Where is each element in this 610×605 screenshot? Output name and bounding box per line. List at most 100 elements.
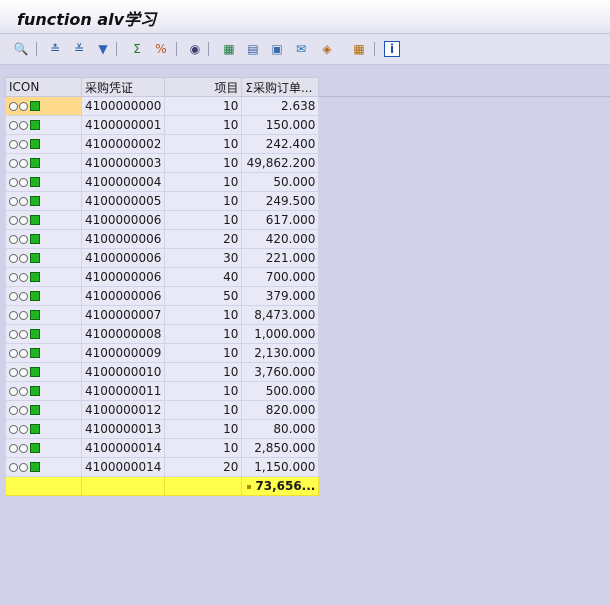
local-file-icon[interactable]: ▣	[268, 40, 286, 58]
change-layout-icon[interactable]: ▦	[350, 40, 368, 58]
table-row[interactable]: 4100000007 10 8,473.000	[5, 305, 320, 325]
column-header-icon[interactable]: ICON	[5, 77, 82, 97]
item-cell[interactable]: 10	[164, 210, 243, 230]
column-header-purchasing-doc[interactable]: 采购凭证	[80, 77, 166, 97]
purchasing-doc-cell[interactable]: 4100000014	[80, 438, 166, 458]
abc-analysis-icon[interactable]: ◈	[318, 40, 336, 58]
table-row[interactable]: 4100000006 40 700.000	[5, 267, 320, 287]
po-value-cell[interactable]: 2,130.000	[241, 343, 320, 363]
table-row[interactable]: 4100000006 30 221.000	[5, 248, 320, 268]
column-header-po-value[interactable]: Σ采购订单...	[241, 77, 320, 97]
purchasing-doc-cell[interactable]: 4100000012	[80, 400, 166, 420]
purchasing-doc-cell[interactable]: 4100000008	[80, 324, 166, 344]
po-value-cell[interactable]: 700.000	[241, 267, 320, 287]
table-row[interactable]: 4100000006 50 379.000	[5, 286, 320, 306]
purchasing-doc-cell[interactable]: 4100000006	[80, 286, 166, 306]
item-cell[interactable]: 10	[164, 96, 243, 116]
purchasing-doc-cell[interactable]: 4100000007	[80, 305, 166, 325]
po-value-cell[interactable]: 820.000	[241, 400, 320, 420]
po-value-cell[interactable]: 242.400	[241, 134, 320, 154]
table-row[interactable]: 4100000014 20 1,150.000	[5, 457, 320, 477]
table-row[interactable]: 4100000004 10 50.000	[5, 172, 320, 192]
purchasing-doc-cell[interactable]: 4100000014	[80, 457, 166, 477]
table-row[interactable]: 4100000008 10 1,000.000	[5, 324, 320, 344]
po-value-cell[interactable]: 80.000	[241, 419, 320, 439]
table-row[interactable]: 4100000002 10 242.400	[5, 134, 320, 154]
table-row[interactable]: 4100000005 10 249.500	[5, 191, 320, 211]
table-row[interactable]: 4100000013 10 80.000	[5, 419, 320, 439]
po-value-cell[interactable]: 617.000	[241, 210, 320, 230]
filter-icon[interactable]: ▼	[94, 40, 112, 58]
export-excel-icon[interactable]: ▦	[220, 40, 238, 58]
item-cell[interactable]: 10	[164, 400, 243, 420]
item-cell[interactable]: 10	[164, 153, 243, 173]
po-value-cell[interactable]: 2.638	[241, 96, 320, 116]
po-value-cell[interactable]: 1,000.000	[241, 324, 320, 344]
status-cell	[5, 286, 82, 306]
table-row[interactable]: 4100000000 10 2.638	[5, 96, 320, 116]
table-row[interactable]: 4100000001 10 150.000	[5, 115, 320, 135]
item-cell[interactable]: 10	[164, 419, 243, 439]
item-cell[interactable]: 10	[164, 191, 243, 211]
table-row[interactable]: 4100000012 10 820.000	[5, 400, 320, 420]
purchasing-doc-cell[interactable]: 4100000010	[80, 362, 166, 382]
word-processing-icon[interactable]: ▤	[244, 40, 262, 58]
purchasing-doc-cell[interactable]: 4100000006	[80, 248, 166, 268]
item-cell[interactable]: 10	[164, 172, 243, 192]
purchasing-doc-cell[interactable]: 4100000011	[80, 381, 166, 401]
purchasing-doc-cell[interactable]: 4100000006	[80, 210, 166, 230]
po-value-cell[interactable]: 150.000	[241, 115, 320, 135]
item-cell[interactable]: 10	[164, 381, 243, 401]
item-cell[interactable]: 10	[164, 324, 243, 344]
po-value-cell[interactable]: 2,850.000	[241, 438, 320, 458]
subtotal-icon[interactable]: %	[152, 40, 170, 58]
purchasing-doc-cell[interactable]: 4100000006	[80, 229, 166, 249]
item-cell[interactable]: 50	[164, 286, 243, 306]
po-value-cell[interactable]: 221.000	[241, 248, 320, 268]
purchasing-doc-cell[interactable]: 4100000005	[80, 191, 166, 211]
po-value-cell[interactable]: 1,150.000	[241, 457, 320, 477]
purchasing-doc-cell[interactable]: 4100000013	[80, 419, 166, 439]
item-cell[interactable]: 10	[164, 343, 243, 363]
table-row[interactable]: 4100000010 10 3,760.000	[5, 362, 320, 382]
send-mail-icon[interactable]: ✉	[292, 40, 310, 58]
purchasing-doc-cell[interactable]: 4100000000	[80, 96, 166, 116]
sort-ascending-icon[interactable]: ≛	[46, 40, 64, 58]
purchasing-doc-cell[interactable]: 4100000009	[80, 343, 166, 363]
details-icon[interactable]: 🔍	[12, 40, 30, 58]
item-cell[interactable]: 10	[164, 362, 243, 382]
po-value-cell[interactable]: 500.000	[241, 381, 320, 401]
table-row[interactable]: 4100000006 20 420.000	[5, 229, 320, 249]
po-value-cell[interactable]: 49,862.200	[241, 153, 320, 173]
item-cell[interactable]: 10	[164, 305, 243, 325]
po-value-cell[interactable]: 379.000	[241, 286, 320, 306]
item-cell[interactable]: 40	[164, 267, 243, 287]
item-cell[interactable]: 10	[164, 134, 243, 154]
item-cell[interactable]: 30	[164, 248, 243, 268]
item-cell[interactable]: 10	[164, 115, 243, 135]
table-row[interactable]: 4100000011 10 500.000	[5, 381, 320, 401]
purchasing-doc-cell[interactable]: 4100000002	[80, 134, 166, 154]
po-value-cell[interactable]: 3,760.000	[241, 362, 320, 382]
purchasing-doc-cell[interactable]: 4100000004	[80, 172, 166, 192]
column-header-item[interactable]: 项目	[164, 77, 243, 97]
po-value-cell[interactable]: 249.500	[241, 191, 320, 211]
table-row[interactable]: 4100000003 10 49,862.200	[5, 153, 320, 173]
information-icon[interactable]: i	[384, 41, 400, 57]
status-cell	[5, 400, 82, 420]
purchasing-doc-cell[interactable]: 4100000003	[80, 153, 166, 173]
sort-descending-icon[interactable]: ≚	[70, 40, 88, 58]
total-icon[interactable]: Σ	[128, 40, 146, 58]
item-cell[interactable]: 20	[164, 457, 243, 477]
po-value-cell[interactable]: 50.000	[241, 172, 320, 192]
po-value-cell[interactable]: 420.000	[241, 229, 320, 249]
purchasing-doc-cell[interactable]: 4100000001	[80, 115, 166, 135]
print-preview-icon[interactable]: ◉	[186, 40, 204, 58]
table-row[interactable]: 4100000006 10 617.000	[5, 210, 320, 230]
table-row[interactable]: 4100000009 10 2,130.000	[5, 343, 320, 363]
purchasing-doc-cell[interactable]: 4100000006	[80, 267, 166, 287]
item-cell[interactable]: 10	[164, 438, 243, 458]
po-value-cell[interactable]: 8,473.000	[241, 305, 320, 325]
item-cell[interactable]: 20	[164, 229, 243, 249]
table-row[interactable]: 4100000014 10 2,850.000	[5, 438, 320, 458]
